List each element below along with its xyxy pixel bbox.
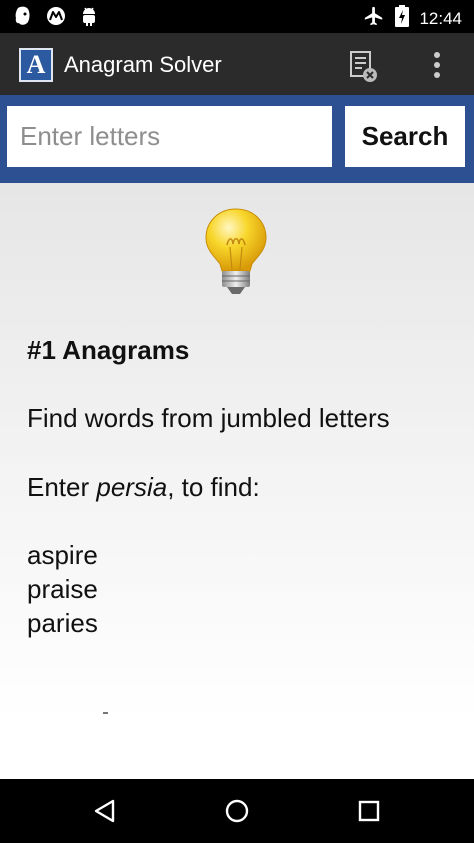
result-word: aspire: [27, 540, 98, 570]
scroll-edge-mark: [103, 712, 108, 714]
example-prefix: Enter: [27, 472, 97, 502]
app-title: Anagram Solver: [64, 52, 222, 77]
search-input[interactable]: [7, 106, 332, 167]
navigation-bar: [0, 779, 474, 843]
battery-charging-icon: [395, 5, 410, 32]
app-bar: A Anagram Solver: [0, 33, 474, 95]
clear-history-icon[interactable]: [346, 49, 380, 83]
android-icon: [80, 6, 98, 31]
search-bar: Search: [0, 95, 474, 183]
example-results: aspire praise paries: [27, 538, 98, 640]
app-logo-letter: A: [26, 50, 46, 79]
evernote-icon: [14, 6, 32, 31]
result-word: praise: [27, 574, 98, 604]
result-word: paries: [27, 608, 98, 638]
recents-icon[interactable]: [349, 791, 389, 831]
overflow-menu-icon[interactable]: [425, 48, 449, 82]
motorola-icon: [46, 6, 66, 31]
status-time: 12:44: [419, 8, 462, 28]
content-description: Find words from jumbled letters: [27, 403, 390, 433]
example-suffix: , to find:: [167, 472, 260, 502]
content-heading: #1 Anagrams: [27, 335, 190, 365]
example-line: Enter persia, to find:: [27, 470, 260, 504]
app-logo: A: [19, 48, 53, 82]
back-icon[interactable]: [85, 791, 125, 831]
content-area: #1 Anagrams Find words from jumbled lett…: [0, 183, 474, 720]
airplane-mode-icon: [363, 5, 385, 32]
search-button[interactable]: Search: [345, 106, 465, 167]
example-word: persia: [96, 472, 168, 502]
lightbulb-icon: [203, 207, 269, 295]
home-icon[interactable]: [217, 791, 257, 831]
status-bar: 12:44: [0, 0, 474, 33]
